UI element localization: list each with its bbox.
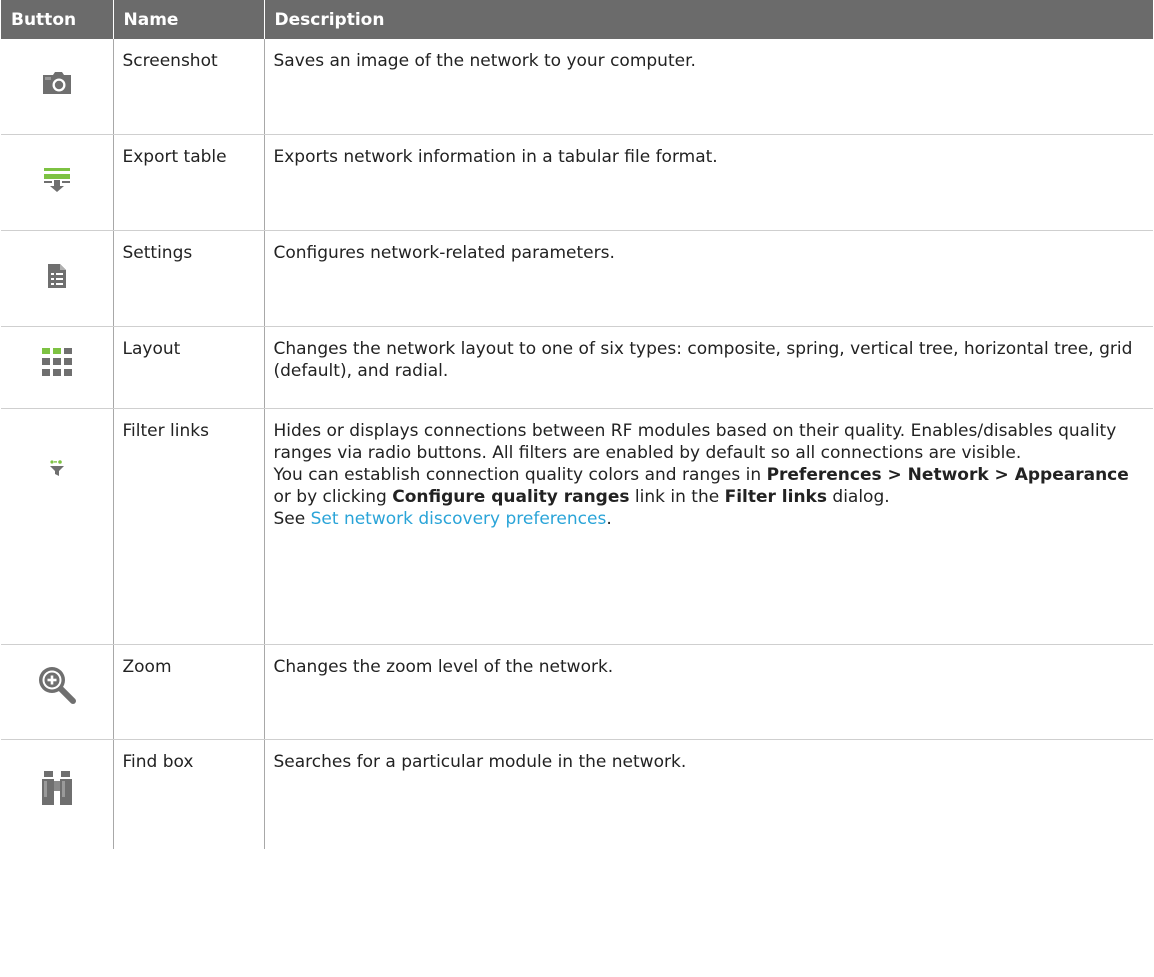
configure-quality-ranges-label: Configure quality ranges (392, 487, 630, 507)
row-name: Layout (112, 326, 264, 409)
header-name: Name (112, 0, 264, 39)
filter-desc-text: dialog. (827, 487, 890, 507)
row-name: Export table (112, 134, 264, 231)
table-row: Find box Searches for a particular modul… (1, 739, 1153, 849)
filter-desc-text: See (273, 509, 311, 529)
camera-icon[interactable] (41, 70, 73, 102)
filter-desc-text: or by clicking (273, 487, 393, 507)
row-name: Filter links (112, 408, 264, 645)
row-description: Configures network-related parameters. (263, 230, 1153, 327)
header-description: Description (263, 0, 1153, 39)
row-description: Changes the network layout to one of six… (263, 326, 1153, 409)
row-name: Find box (112, 739, 264, 849)
zoom-magnifier-icon[interactable] (37, 665, 77, 711)
binoculars-icon[interactable] (41, 770, 73, 811)
table-row: Filter links Hides or displays connectio… (1, 408, 1153, 645)
layout-grid-icon[interactable] (41, 347, 72, 382)
table-row: Screenshot Saves an image of the network… (1, 39, 1153, 135)
row-description: Exports network information in a tabular… (263, 134, 1153, 231)
row-description: Searches for a particular module in the … (263, 739, 1153, 849)
export-table-icon[interactable] (43, 167, 71, 199)
table-header-row: Button Name Description (1, 0, 1153, 39)
filter-funnel-icon[interactable] (49, 459, 65, 483)
table-row: Zoom Changes the zoom level of the netwo… (1, 644, 1153, 740)
row-name: Zoom (112, 644, 264, 740)
filter-desc-text: link in the (629, 487, 725, 507)
row-description: Changes the zoom level of the network. (263, 644, 1153, 740)
table-row: Export table Exports network information… (1, 134, 1153, 231)
preferences-path: Preferences > Network > Appearance (766, 465, 1129, 485)
row-name: Screenshot (112, 39, 264, 135)
table-row: Layout Changes the network layout to one… (1, 326, 1153, 409)
buttons-reference-table: Button Name Description Screenshot Saves… (1, 0, 1153, 849)
header-button: Button (1, 0, 113, 39)
row-description: Hides or displays connections between RF… (263, 408, 1153, 645)
filter-desc-text: . (606, 509, 612, 529)
filter-desc-line1: Hides or displays connections between RF… (273, 421, 1117, 463)
table-row: Settings Configures network-related para… (1, 230, 1153, 327)
row-description: Saves an image of the network to your co… (263, 39, 1153, 135)
settings-document-icon[interactable] (47, 263, 67, 295)
filter-links-dialog-label: Filter links (724, 487, 827, 507)
row-name: Settings (112, 230, 264, 327)
discovery-preferences-link[interactable]: Set network discovery preferences (311, 509, 607, 529)
filter-desc-text: You can establish connection quality col… (273, 465, 767, 485)
